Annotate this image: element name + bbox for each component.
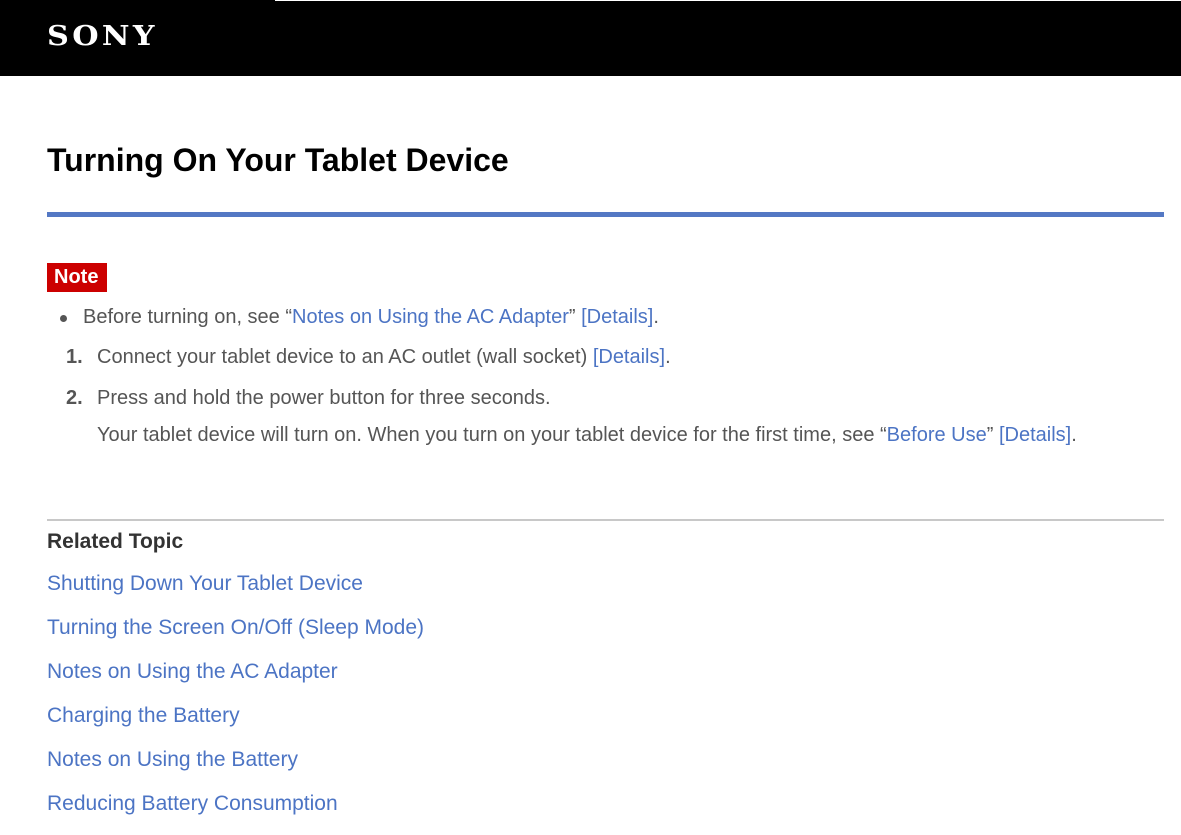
related-link[interactable]: Notes on Using the AC Adapter: [47, 660, 338, 683]
bullet-dot-icon: [60, 315, 67, 322]
header-top-line: [275, 0, 1181, 1]
related-link[interactable]: Turning the Screen On/Off (Sleep Mode): [47, 616, 424, 639]
step-1-text: Connect your tablet device to an AC outl…: [97, 346, 593, 368]
related-topic-heading: Related Topic: [47, 530, 184, 553]
header-bar: SONY: [0, 0, 1181, 76]
related-divider: [47, 519, 1164, 521]
sony-logo[interactable]: SONY: [47, 21, 158, 53]
note-prefix: Before turning on, see “: [83, 306, 293, 328]
step-text: Connect your tablet device to an AC outl…: [97, 345, 671, 369]
related-link[interactable]: Charging the Battery: [47, 704, 240, 727]
list-item: Reducing Battery Consumption: [47, 791, 424, 835]
step-2-detail-mid: ”: [986, 424, 999, 446]
list-item: Turning the Screen On/Off (Sleep Mode): [47, 615, 424, 659]
step-1-suffix: .: [665, 346, 671, 368]
step-2-detail: Your tablet device will turn on. When yo…: [97, 419, 1127, 451]
related-link[interactable]: Shutting Down Your Tablet Device: [47, 572, 363, 595]
related-link[interactable]: Notes on Using the Battery: [47, 748, 298, 771]
list-item: Charging the Battery: [47, 703, 424, 747]
list-item: Notes on Using the AC Adapter: [47, 659, 424, 703]
before-use-link[interactable]: Before Use: [887, 424, 987, 446]
list-item: Notes on Using the Battery: [47, 747, 424, 791]
note-suffix: .: [653, 306, 659, 328]
step-number: 1.: [66, 346, 83, 368]
related-link[interactable]: Reducing Battery Consumption: [47, 792, 338, 815]
notes-ac-adapter-link[interactable]: Notes on Using the AC Adapter: [292, 306, 569, 328]
note-mid: ”: [568, 306, 582, 328]
note-bullet-text: Before turning on, see “Notes on Using t…: [83, 305, 659, 329]
step-2-text: Press and hold the power button for thre…: [97, 387, 551, 409]
step-2-detail-prefix: Your tablet device will turn on. When yo…: [97, 424, 887, 446]
page-title: Turning On Your Tablet Device: [47, 142, 509, 178]
list-item: Shutting Down Your Tablet Device: [47, 571, 424, 615]
note-details-link[interactable]: [Details]: [581, 306, 653, 328]
step-1-details-link[interactable]: [Details]: [593, 346, 665, 368]
note-badge: Note: [47, 263, 108, 292]
step-2-details-link[interactable]: [Details]: [999, 424, 1071, 446]
title-divider: [47, 212, 1164, 217]
step-number: 2.: [66, 387, 83, 409]
step-2-detail-suffix: .: [1071, 424, 1077, 446]
related-topic-list: Shutting Down Your Tablet Device Turning…: [47, 571, 424, 835]
